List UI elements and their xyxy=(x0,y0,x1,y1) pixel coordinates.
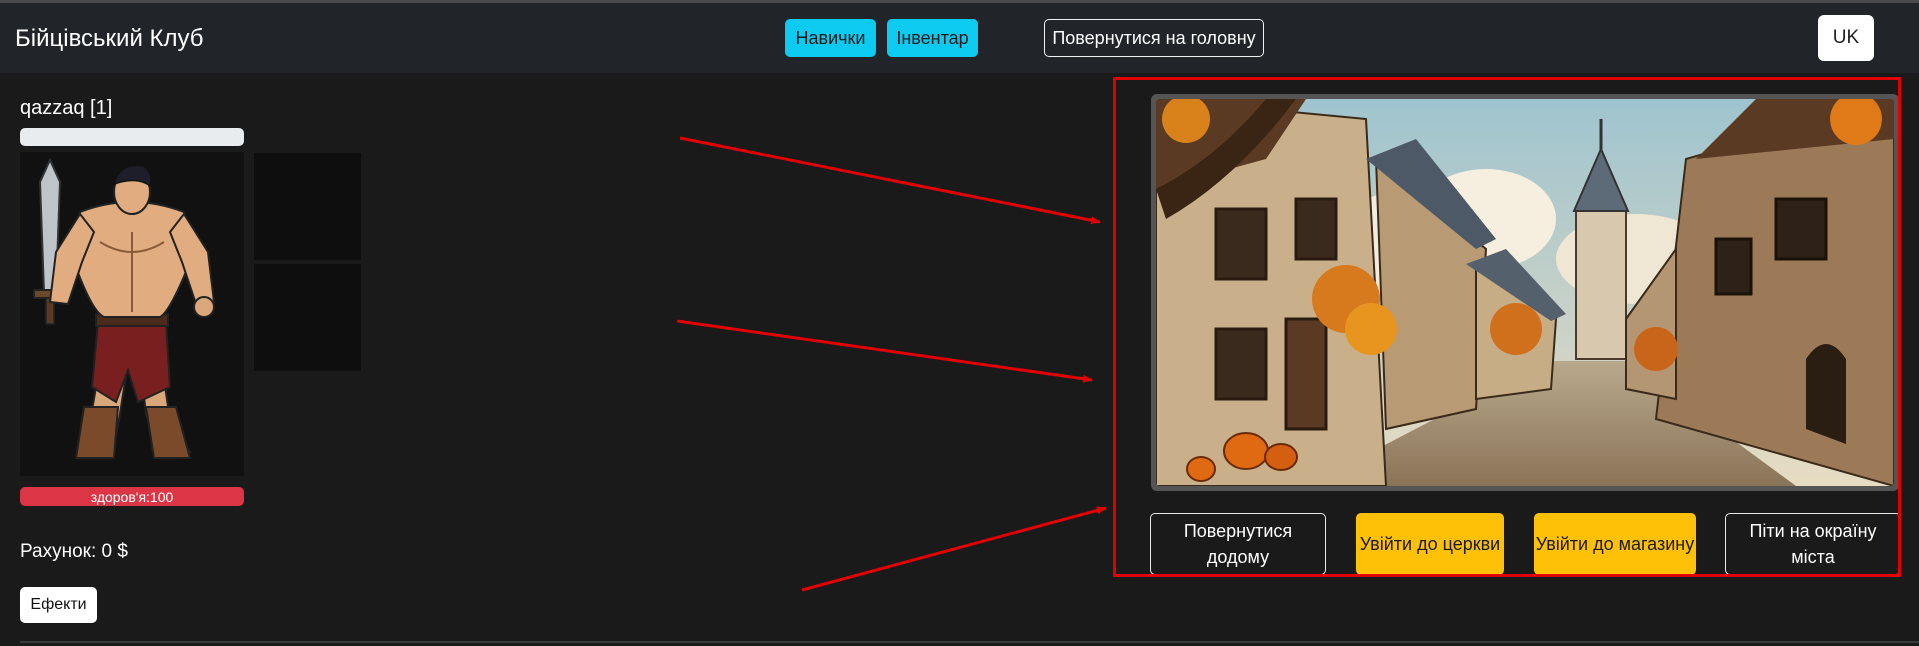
annotation-arrow-1 xyxy=(679,136,1101,225)
annotation-arrow-3 xyxy=(801,506,1107,592)
annotation-arrow-2 xyxy=(676,319,1093,383)
annotation-arrows xyxy=(676,136,1107,592)
